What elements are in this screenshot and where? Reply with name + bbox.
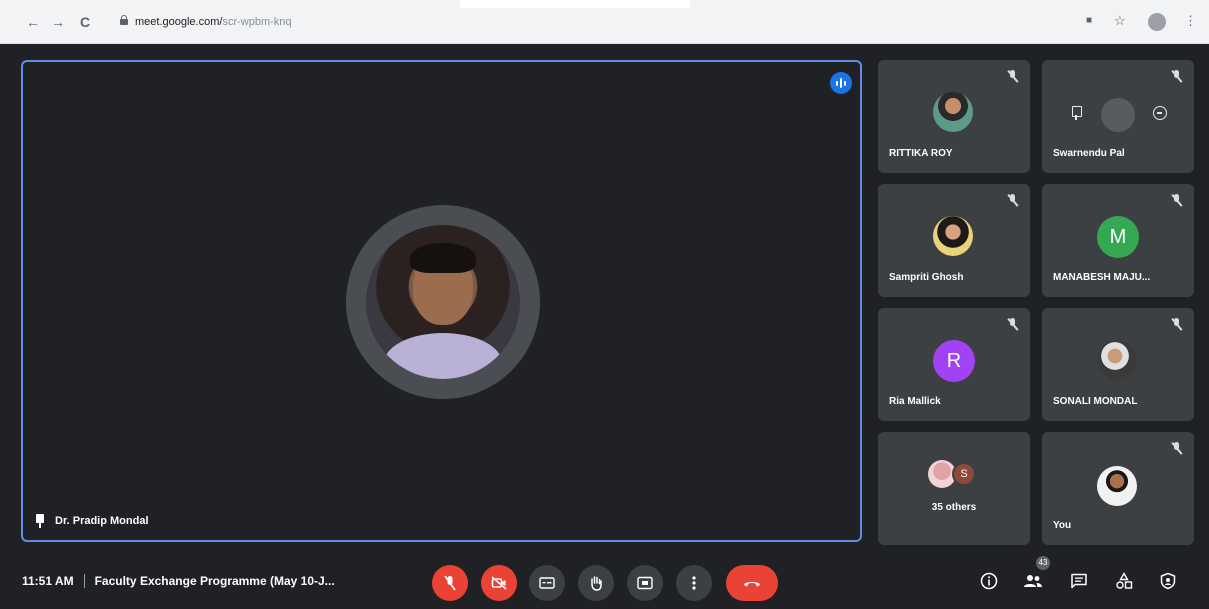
participant-name: Sampriti Ghosh — [889, 272, 964, 283]
leave-call-button[interactable] — [726, 565, 778, 601]
main-speaker-tile[interactable]: Dr. Pradip Mondal — [21, 60, 862, 542]
participant-name: SONALI MONDAL — [1053, 396, 1138, 407]
remove-icon[interactable] — [1153, 106, 1167, 120]
participant-tile-sonali-mondal[interactable]: SONALI MONDAL — [1042, 308, 1194, 421]
camera-off-icon — [491, 576, 507, 590]
avatar — [933, 92, 973, 132]
url-path: scr-wpbm-knq — [222, 16, 292, 28]
meeting-title[interactable]: Faculty Exchange Programme (May 10-J... — [95, 574, 335, 588]
participant-name: MANABESH MAJU... — [1053, 272, 1151, 283]
people-icon — [1024, 575, 1042, 587]
presenter-name-tag: Dr. Pradip Mondal — [35, 514, 149, 528]
avatar — [1097, 340, 1137, 380]
microphone-toggle-button[interactable] — [432, 565, 468, 601]
more-vert-icon — [692, 576, 696, 590]
divider — [83, 574, 85, 588]
participant-tile-ria-mallick[interactable]: R Ria Mallick — [878, 308, 1030, 421]
bookmark-star-icon[interactable]: ☆ — [1114, 12, 1126, 30]
mic-off-icon — [1008, 70, 1018, 83]
pin-icon[interactable] — [35, 514, 45, 528]
host-controls-button[interactable] — [1157, 570, 1179, 592]
lock-icon[interactable] — [120, 15, 128, 25]
chat-button[interactable] — [1068, 570, 1090, 592]
mic-off-icon — [1008, 318, 1018, 331]
presenter-photo — [366, 225, 520, 379]
url-host: meet.google.com/ — [135, 16, 223, 28]
participant-tile-manabesh[interactable]: M MANABESH MAJU... — [1042, 184, 1194, 297]
chat-icon — [1071, 573, 1087, 589]
presenter-name: Dr. Pradip Mondal — [55, 515, 149, 527]
hand-icon — [591, 576, 602, 591]
captions-button[interactable] — [529, 565, 565, 601]
mute-participant-icon[interactable] — [1101, 98, 1135, 132]
browser-menu-icon[interactable]: ⋮ — [1184, 12, 1197, 30]
mic-off-icon — [1172, 70, 1182, 83]
pin-icon[interactable] — [1071, 106, 1082, 120]
info-icon — [980, 572, 998, 590]
mic-off-icon — [1172, 442, 1182, 455]
more-options-button[interactable] — [676, 565, 712, 601]
presenter-avatar — [346, 205, 540, 399]
avatar — [1097, 466, 1137, 506]
back-icon[interactable]: ← — [26, 14, 40, 30]
shield-icon — [1160, 572, 1176, 590]
participant-tile-rittika-roy[interactable]: RITTIKA ROY — [878, 60, 1030, 173]
address-bar[interactable]: meet.google.com/scr-wpbm-knq — [135, 14, 292, 30]
tile-hover-controls — [1065, 98, 1171, 132]
speaking-indicator-icon — [830, 72, 852, 94]
forward-icon[interactable]: → — [51, 14, 65, 30]
present-icon — [637, 576, 653, 590]
meeting-time: 11:51 AM — [22, 574, 74, 588]
active-tab-strip — [460, 0, 690, 8]
raise-hand-button[interactable] — [578, 565, 614, 601]
avatar: M — [1097, 216, 1139, 258]
browser-toolbar: ← → C meet.google.com/scr-wpbm-knq ■ ☆ ⋮ — [0, 0, 1209, 44]
captions-icon — [539, 577, 555, 589]
profile-avatar[interactable] — [1148, 13, 1166, 31]
avatar: R — [933, 340, 975, 382]
mic-off-icon — [1172, 194, 1182, 207]
participant-name: RITTIKA ROY — [889, 148, 953, 159]
participant-tile-sampriti-ghosh[interactable]: Sampriti Ghosh — [878, 184, 1030, 297]
camera-indicator-icon[interactable]: ■ — [1086, 12, 1092, 30]
avatar — [933, 216, 973, 256]
reload-icon[interactable]: C — [80, 14, 90, 30]
participant-tile-others[interactable]: S 35 others — [878, 432, 1030, 545]
participant-name: You — [1053, 520, 1072, 531]
others-count: 35 others — [931, 502, 977, 513]
avatar: S — [952, 462, 976, 486]
present-screen-button[interactable] — [627, 565, 663, 601]
participant-tile-swarnendu-pal[interactable]: Swarnendu Pal — [1042, 60, 1194, 173]
participant-name: Swarnendu Pal — [1053, 148, 1125, 159]
people-button[interactable] — [1022, 570, 1044, 592]
participant-tile-you[interactable]: You — [1042, 432, 1194, 545]
activities-button[interactable] — [1113, 570, 1135, 592]
participant-count-badge: 43 — [1036, 556, 1050, 570]
hang-up-icon — [744, 582, 760, 587]
mic-off-icon — [1172, 318, 1182, 331]
camera-toggle-button[interactable] — [481, 565, 517, 601]
mic-off-icon — [444, 575, 456, 591]
meeting-controls-bar: 11:51 AM Faculty Exchange Programme (May… — [0, 552, 1209, 609]
mic-off-icon — [1008, 194, 1018, 207]
meeting-details-button[interactable] — [978, 570, 1000, 592]
activities-icon — [1116, 572, 1133, 589]
meeting-info: 11:51 AM Faculty Exchange Programme (May… — [22, 574, 335, 588]
participant-name: Ria Mallick — [889, 396, 941, 407]
